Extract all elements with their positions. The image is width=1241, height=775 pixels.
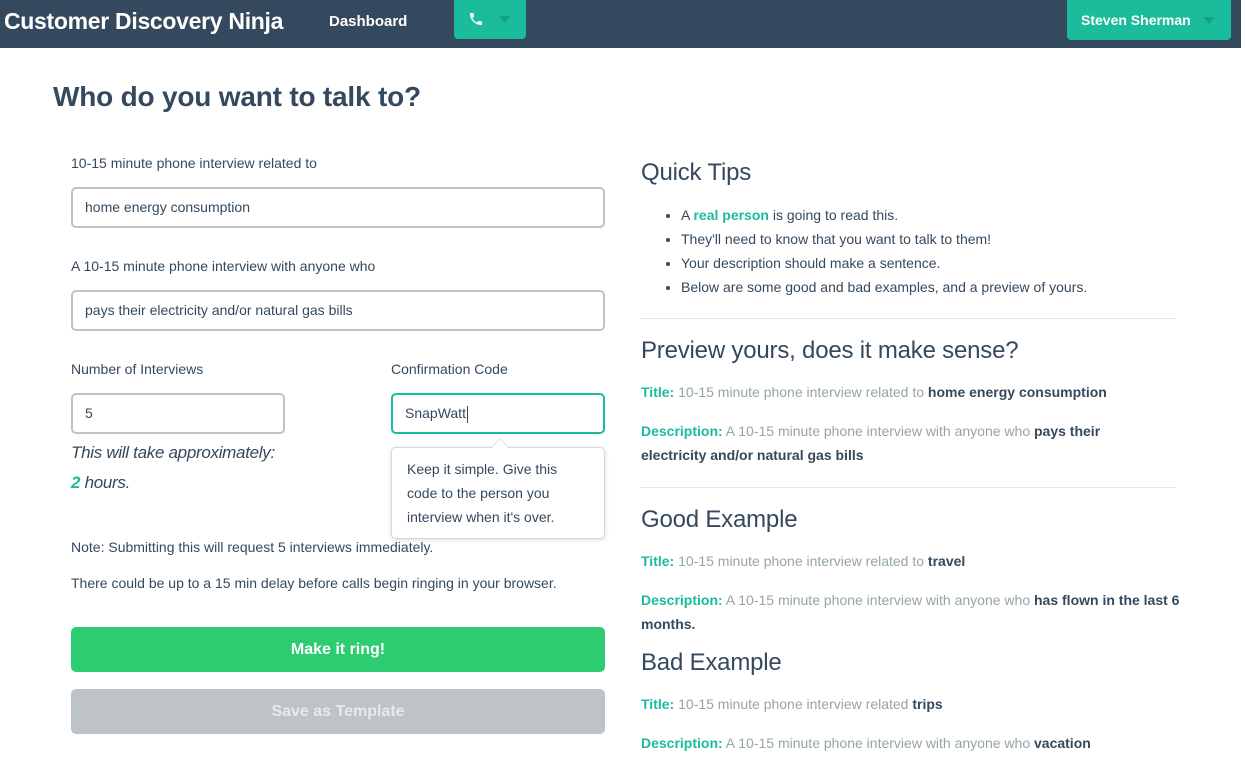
popover-text: Keep it simple. Give this code to the pe… — [407, 461, 558, 525]
tip-item: They'll need to know that you want to ta… — [681, 227, 1087, 251]
make-it-ring-button[interactable]: Make it ring! — [71, 627, 605, 672]
audience-input[interactable]: pays their electricity and/or natural ga… — [71, 290, 605, 331]
brand-logo[interactable]: Customer Discovery Ninja — [4, 8, 283, 35]
divider — [641, 318, 1175, 319]
bad-example-heading: Bad Example — [641, 649, 782, 676]
quick-tips-heading: Quick Tips — [641, 159, 752, 186]
tip-item: Below are some good and bad examples, an… — [681, 275, 1087, 299]
confirmation-code-value: SnapWatt — [405, 405, 466, 421]
tip-item: A real person is going to read this. — [681, 203, 1087, 227]
estimate-prefix: This will take approximately: — [71, 443, 275, 462]
page-title: Who do you want to talk to? — [53, 81, 421, 112]
nav-dashboard-link[interactable]: Dashboard — [329, 13, 407, 30]
chevron-down-icon — [499, 16, 511, 23]
text-cursor — [466, 405, 468, 423]
confirmation-code-label: Confirmation Code — [391, 361, 508, 377]
interviews-label: Number of Interviews — [71, 361, 204, 377]
user-menu-button[interactable]: Steven Sherman — [1067, 0, 1231, 40]
topic-input[interactable]: home energy consumption — [71, 187, 605, 228]
real-person-highlight: real person — [693, 207, 769, 223]
chevron-down-icon — [1203, 17, 1215, 24]
phone-dropdown-button[interactable] — [454, 0, 526, 39]
interviews-input[interactable]: 5 — [71, 393, 285, 434]
tip-item: Your description should make a sentence. — [681, 251, 1087, 275]
preview-description-line: Description: A 10-15 minute phone interv… — [641, 423, 1101, 463]
good-example-heading: Good Example — [641, 506, 798, 533]
good-example-title-line: Title: 10-15 minute phone interview rela… — [641, 553, 966, 569]
preview-title-line: Title: 10-15 minute phone interview rela… — [641, 384, 1107, 400]
time-estimate: This will take approximately: 2 hours. — [71, 438, 275, 498]
save-as-template-button[interactable]: Save as Template — [71, 689, 605, 734]
submit-note: Note: Submitting this will request 5 int… — [71, 539, 434, 555]
divider — [641, 487, 1175, 488]
confirmation-code-input[interactable]: SnapWatt — [391, 393, 605, 434]
user-name: Steven Sherman — [1081, 12, 1191, 28]
bad-example-title-line: Title: 10-15 minute phone interview rela… — [641, 696, 943, 712]
estimate-suffix: hours. — [80, 473, 131, 492]
quick-tips-list: A real person is going to read this. The… — [665, 203, 1087, 299]
bad-example-description-line: Description: A 10-15 minute phone interv… — [641, 735, 1091, 751]
estimate-hours: 2 — [71, 473, 81, 492]
confirmation-code-popover: Keep it simple. Give this code to the pe… — [391, 438, 605, 539]
audience-label: A 10-15 minute phone interview with anyo… — [71, 258, 376, 274]
good-example-description-line: Description: A 10-15 minute phone interv… — [641, 592, 1180, 632]
top-navbar: Customer Discovery Ninja Dashboard Steve… — [0, 0, 1241, 48]
phone-icon — [470, 13, 482, 25]
topic-label: 10-15 minute phone interview related to — [71, 155, 317, 171]
delay-note: There could be up to a 15 min delay befo… — [71, 575, 557, 591]
preview-heading: Preview yours, does it make sense? — [641, 337, 1019, 364]
